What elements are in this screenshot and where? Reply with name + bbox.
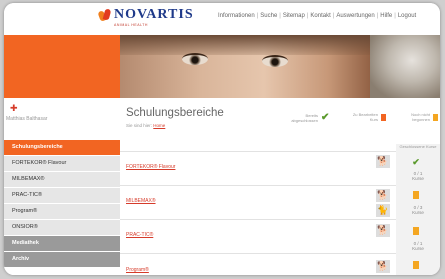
sidebar-item-mediathek[interactable]: Mediathek — [4, 236, 120, 251]
sidebar: ✚ Matthias Balthasar Schulungsbereiche F… — [4, 98, 120, 275]
topnav-kontakt[interactable]: Kontakt — [310, 13, 330, 19]
sidebar-nav: Schulungsbereiche FORTEKOR® Flavour MILB… — [4, 140, 120, 268]
legend-not-started-label: Noch nicht begonnen — [411, 112, 430, 122]
completed-courses-column: Geschlossene Kurse ✔ 0 / 1 Kurse 0 / 3 K… — [396, 144, 440, 275]
course-row: Program® 🐕 — [120, 253, 396, 275]
main-content: Schulungsbereiche Sie sind hier: Home Be… — [120, 98, 440, 275]
legend-completed-label: Bereits abgeschlossen — [291, 112, 318, 123]
course-link-program[interactable]: Program® — [126, 267, 149, 273]
dog-icon: 🐕 — [376, 155, 390, 168]
header: NOVARTIS ANIMAL HEALTH Informationen | Su… — [4, 3, 440, 35]
brand-name: NOVARTIS — [114, 7, 194, 22]
legend-completed: Bereits abgeschlossen ✔ — [288, 112, 329, 123]
course-row: MILBEMAX® 🐕 🐈 — [120, 185, 396, 220]
document-orange-icon — [381, 113, 386, 121]
sidebar-item-archiv[interactable]: Archiv — [4, 252, 120, 267]
topnav-hilfe[interactable]: Hilfe — [380, 13, 392, 19]
breadcrumb-prefix: Sie sind hier: — [126, 123, 153, 128]
course-count: 0 / 1 Kurse — [412, 241, 424, 251]
course-count: 0 / 3 Kurse — [412, 205, 424, 215]
banner-photo — [120, 35, 440, 98]
sidebar-item-schulungsbereiche[interactable]: Schulungsbereiche — [4, 140, 120, 155]
breadcrumb: Sie sind hier: Home — [126, 123, 165, 128]
topnav-sitemap[interactable]: Sitemap — [283, 13, 305, 19]
user-name: Matthias Balthasar — [6, 116, 48, 122]
user-icon: ✚ — [10, 103, 18, 113]
novartis-logo[interactable]: NOVARTIS ANIMAL HEALTH — [97, 7, 194, 27]
sidebar-item-milbemax[interactable]: MILBEMAX® — [4, 172, 120, 187]
brand-sub: ANIMAL HEALTH — [114, 23, 148, 27]
topnav-suche[interactable]: Suche — [260, 13, 277, 19]
course-link-milbemax[interactable]: MILBEMAX® — [126, 198, 156, 204]
topnav-logout[interactable]: Logout — [398, 13, 416, 19]
browser-frame: NOVARTIS ANIMAL HEALTH Informationen | Su… — [4, 3, 440, 275]
document-yellow-icon — [409, 227, 423, 237]
document-yellow-icon — [409, 191, 423, 201]
cat-fur — [370, 35, 440, 98]
check-icon: ✔ — [412, 157, 420, 167]
completed-courses-header: Geschlossene Kurse — [399, 144, 437, 149]
banner-accent — [4, 35, 120, 98]
course-row: PRAC-TIC® 🐕 — [120, 219, 396, 254]
check-icon: ✔ — [321, 112, 330, 123]
course-row: FORTEKOR® Flavour 🐕 — [120, 151, 396, 186]
sidebar-item-fortekor[interactable]: FORTEKOR® Flavour — [4, 156, 120, 171]
course-link-fortekor[interactable]: FORTEKOR® Flavour — [126, 164, 175, 170]
document-yellow-icon — [433, 113, 438, 121]
novartis-flame-icon — [97, 8, 112, 23]
document-yellow-icon — [409, 261, 423, 271]
legend-not-started: Noch nicht begonnen — [400, 112, 438, 122]
dog-icon: 🐕 — [376, 224, 390, 237]
legend-in-progress-label: Zu Bearbeiten Kurs — [352, 112, 378, 122]
cat-icon: 🐈 — [376, 204, 390, 217]
dog-icon: 🐕 — [376, 189, 390, 202]
topnav-auswertungen[interactable]: Auswertungen — [336, 13, 374, 19]
page-title: Schulungsbereiche — [126, 107, 224, 119]
topnav-informationen[interactable]: Informationen — [218, 13, 255, 19]
sidebar-item-prac-tic[interactable]: PRAC-TIC® — [4, 188, 120, 203]
breadcrumb-home-link[interactable]: Home — [153, 123, 165, 128]
course-count: 0 / 1 Kurse — [412, 171, 424, 181]
dog-icon: 🐕 — [376, 260, 390, 273]
course-link-prac-tic[interactable]: PRAC-TIC® — [126, 232, 153, 238]
sidebar-item-program[interactable]: Program® — [4, 204, 120, 219]
sidebar-item-onsior[interactable]: ONSIOR® — [4, 220, 120, 235]
top-navigation: Informationen | Suche | Sitemap | Kontakt | … — [218, 13, 417, 19]
legend-in-progress: Zu Bearbeiten Kurs — [348, 112, 386, 122]
